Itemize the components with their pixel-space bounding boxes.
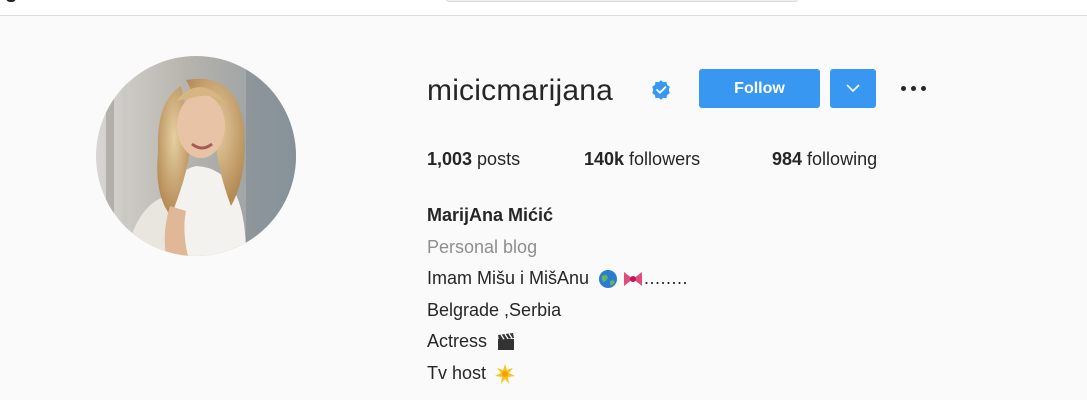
suggested-accounts-button[interactable] (830, 69, 876, 108)
instagram-logo-icon[interactable] (6, 0, 16, 2)
search-input[interactable] (446, 0, 798, 2)
following-count: 984 (772, 149, 803, 169)
bio-line-4-text: Tv host (427, 362, 487, 383)
bio-line-4: Tv host (427, 358, 688, 390)
bio-line-1: Imam Mišu i MišAnu ........ (427, 263, 688, 295)
bio-line-3: Actress (427, 326, 688, 358)
posts-count: 1,003 (427, 149, 473, 169)
verified-badge-icon (652, 80, 670, 100)
profile-username: micicmarijana (427, 74, 613, 107)
bio-line-3-text: Actress (427, 331, 488, 351)
posts-stat[interactable]: 1,003 posts (427, 146, 520, 172)
clapper-board-icon (498, 333, 515, 351)
profile-bio: MarijAna Mićić Personal blog Imam Mišu i… (427, 200, 688, 389)
followers-stat[interactable]: 140k followers (584, 146, 700, 172)
followers-count: 140k (584, 149, 625, 169)
following-stat[interactable]: 984 following (772, 146, 877, 172)
bio-line-1-text: Imam Mišu i MišAnu (427, 268, 590, 288)
posts-label: posts (472, 149, 521, 169)
globe-emoji-icon (599, 270, 618, 289)
ribbon-emoji-icon (624, 272, 643, 287)
profile-avatar[interactable] (96, 56, 296, 256)
follow-button[interactable]: Follow (699, 69, 820, 108)
followers-label: followers (624, 149, 701, 169)
more-options-icon[interactable] (899, 80, 929, 96)
bio-line-2: Belgrade ,Serbia (427, 299, 562, 320)
full-name: MarijAna Mićić (427, 205, 554, 225)
chevron-down-icon (846, 84, 860, 93)
top-navigation-bar (0, 0, 1087, 16)
following-label: following (802, 149, 878, 169)
bio-line-1-tail: ........ (644, 268, 689, 288)
category-label: Personal blog (427, 236, 538, 257)
glowing-star-icon (495, 363, 516, 384)
